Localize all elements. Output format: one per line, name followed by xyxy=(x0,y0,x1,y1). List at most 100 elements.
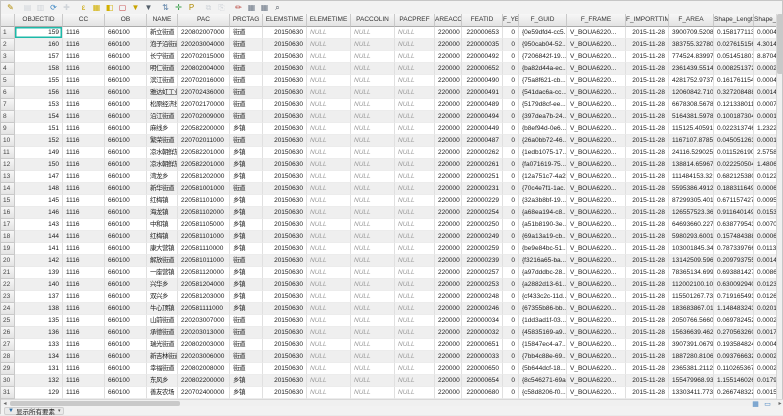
cell-elemstime[interactable]: 20150630 xyxy=(263,267,307,279)
cell-objectid[interactable]: 134 xyxy=(15,351,63,363)
cell-pacpref[interactable]: NULL xyxy=(395,195,435,207)
cell-elemetime[interactable]: NULL xyxy=(307,243,351,255)
cell-shape_length[interactable]: 0.6300929402... xyxy=(714,279,754,291)
cell-shape_length[interactable]: 0.7873397667... xyxy=(714,243,754,255)
cell-ob[interactable]: 660100 xyxy=(105,123,147,135)
cell-f_frame[interactable]: V_BOUA6220... xyxy=(567,375,626,387)
cell-f_importtime[interactable]: 2015-11-28 xyxy=(626,111,669,123)
row-number-cell[interactable]: 6 xyxy=(1,87,15,99)
cell-cc[interactable]: 1116 xyxy=(63,327,105,339)
cell-name[interactable]: 新华街道 xyxy=(147,183,178,195)
column-header-f_guid[interactable]: F_GUID xyxy=(519,14,567,27)
cell-name[interactable]: 新吉林街道 xyxy=(147,351,178,363)
cell-f_year[interactable]: 0 xyxy=(503,267,519,279)
cell-pac[interactable]: 220702170000 xyxy=(178,99,230,111)
cell-prctag[interactable]: 街道 xyxy=(230,111,263,123)
cell-areacode[interactable]: 220000 xyxy=(435,63,462,75)
cell-shape_length[interactable]: 0.0514518010... xyxy=(714,51,754,63)
cell-elemetime[interactable]: NULL xyxy=(307,339,351,351)
cell-objectid[interactable]: 139 xyxy=(15,267,63,279)
cell-prctag[interactable]: 街道 xyxy=(230,351,263,363)
cell-featid[interactable]: 220000254 xyxy=(462,207,503,219)
cell-f_importtime[interactable]: 2015-11-28 xyxy=(626,303,669,315)
cell-cc[interactable]: 1116 xyxy=(63,63,105,75)
cell-prctag[interactable]: 街道 xyxy=(230,327,263,339)
cell-pac[interactable]: 220581101000 xyxy=(178,231,230,243)
cell-areacode[interactable]: 220000 xyxy=(435,135,462,147)
cell-elemetime[interactable]: NULL xyxy=(307,231,351,243)
row-number-cell[interactable]: 9 xyxy=(1,123,15,135)
cell-pac[interactable]: 220702436000 xyxy=(178,87,230,99)
cell-elemstime[interactable]: 20150630 xyxy=(263,375,307,387)
cell-pacpref[interactable]: NULL xyxy=(395,363,435,375)
cell-featid[interactable]: 220000032 xyxy=(462,327,503,339)
corner-header-cell[interactable] xyxy=(1,14,15,27)
cell-name[interactable]: 明仁街道 xyxy=(147,63,178,75)
cell-elemetime[interactable]: NULL xyxy=(307,291,351,303)
cell-f_area[interactable]: 383755.32780... xyxy=(669,39,714,51)
cell-prctag[interactable]: 街道 xyxy=(230,27,263,39)
cell-pacpref[interactable]: NULL xyxy=(395,339,435,351)
cell-ob[interactable]: 660100 xyxy=(105,207,147,219)
cell-pac[interactable]: 220203013000 xyxy=(178,327,230,339)
column-header-featid[interactable]: FEATID xyxy=(462,14,503,27)
cell-shape_ar[interactable]: 0.00707104 xyxy=(754,219,778,231)
cell-f_area[interactable]: 1167107.8785... xyxy=(669,135,714,147)
cell-prctag[interactable]: 街道 xyxy=(230,315,263,327)
cell-pacpref[interactable]: NULL xyxy=(395,63,435,75)
cell-f_year[interactable]: 0 xyxy=(503,255,519,267)
cell-cc[interactable]: 1116 xyxy=(63,267,105,279)
cell-f_frame[interactable]: V_BOUA6220... xyxy=(567,279,626,291)
cell-elemstime[interactable]: 20150630 xyxy=(263,135,307,147)
cell-shape_ar[interactable]: 0.00144075 xyxy=(754,255,778,267)
cell-f_year[interactable]: 0 xyxy=(503,339,519,351)
cell-name[interactable]: 承德街道 xyxy=(147,327,178,339)
cell-cc[interactable]: 1116 xyxy=(63,243,105,255)
cell-areacode[interactable]: 220000 xyxy=(435,27,462,39)
cell-prctag[interactable]: 乡镇 xyxy=(230,219,263,231)
cell-areacode[interactable]: 220000 xyxy=(435,267,462,279)
cell-ob[interactable]: 660100 xyxy=(105,63,147,75)
cell-f_year[interactable]: 0 xyxy=(503,207,519,219)
cell-featid[interactable]: 220000652 xyxy=(462,63,503,75)
cell-pacpref[interactable]: NULL xyxy=(395,51,435,63)
cell-elemetime[interactable]: NULL xyxy=(307,375,351,387)
cell-cc[interactable]: 1116 xyxy=(63,75,105,87)
cell-areacode[interactable]: 220000 xyxy=(435,87,462,99)
cell-f_frame[interactable]: V_BOUA6220... xyxy=(567,351,626,363)
cell-areacode[interactable]: 220000 xyxy=(435,147,462,159)
pan-to-selected-icon[interactable]: ✛ xyxy=(173,2,184,13)
cell-featid[interactable]: 220000251 xyxy=(462,171,503,183)
cell-f_area[interactable]: 126557523.36... xyxy=(669,207,714,219)
cell-prctag[interactable]: 乡镇 xyxy=(230,147,263,159)
cell-ob[interactable]: 660100 xyxy=(105,231,147,243)
field-calculator-icon[interactable]: ✏ xyxy=(233,2,244,13)
cell-ob[interactable]: 660100 xyxy=(105,327,147,339)
cell-elemstime[interactable]: 20150630 xyxy=(263,39,307,51)
cell-cc[interactable]: 1116 xyxy=(63,183,105,195)
cell-cc[interactable]: 1116 xyxy=(63,315,105,327)
cell-f_importtime[interactable]: 2015-11-28 xyxy=(626,255,669,267)
cell-elemetime[interactable]: NULL xyxy=(307,123,351,135)
cell-elemetime[interactable]: NULL xyxy=(307,219,351,231)
cell-shape_ar[interactable]: 0.00046932 xyxy=(754,75,778,87)
cell-f_area[interactable]: 2050766.5660... xyxy=(669,315,714,327)
organize-columns-icon[interactable]: ▦ xyxy=(259,2,270,13)
cell-objectid[interactable]: 148 xyxy=(15,183,63,195)
cell-objectid[interactable]: 149 xyxy=(15,147,63,159)
cell-areacode[interactable]: 220000 xyxy=(435,219,462,231)
cell-f_guid[interactable]: {950cab04-52... xyxy=(519,39,567,51)
cell-ob[interactable]: 660100 xyxy=(105,51,147,63)
cell-ob[interactable]: 660100 xyxy=(105,27,147,39)
cell-pacpref[interactable]: NULL xyxy=(395,279,435,291)
cell-ob[interactable]: 660100 xyxy=(105,39,147,51)
cell-areacode[interactable]: 220000 xyxy=(435,375,462,387)
column-header-elemetime[interactable]: ELEMETIME xyxy=(307,14,351,27)
cell-ob[interactable]: 660100 xyxy=(105,99,147,111)
cell-f_importtime[interactable]: 2015-11-28 xyxy=(626,183,669,195)
cell-name[interactable]: 红梅镇 xyxy=(147,231,178,243)
cell-f_year[interactable]: 0 xyxy=(503,351,519,363)
cell-f_importtime[interactable]: 2015-11-28 xyxy=(626,51,669,63)
cell-f_year[interactable]: 0 xyxy=(503,111,519,123)
cell-areacode[interactable]: 220000 xyxy=(435,99,462,111)
